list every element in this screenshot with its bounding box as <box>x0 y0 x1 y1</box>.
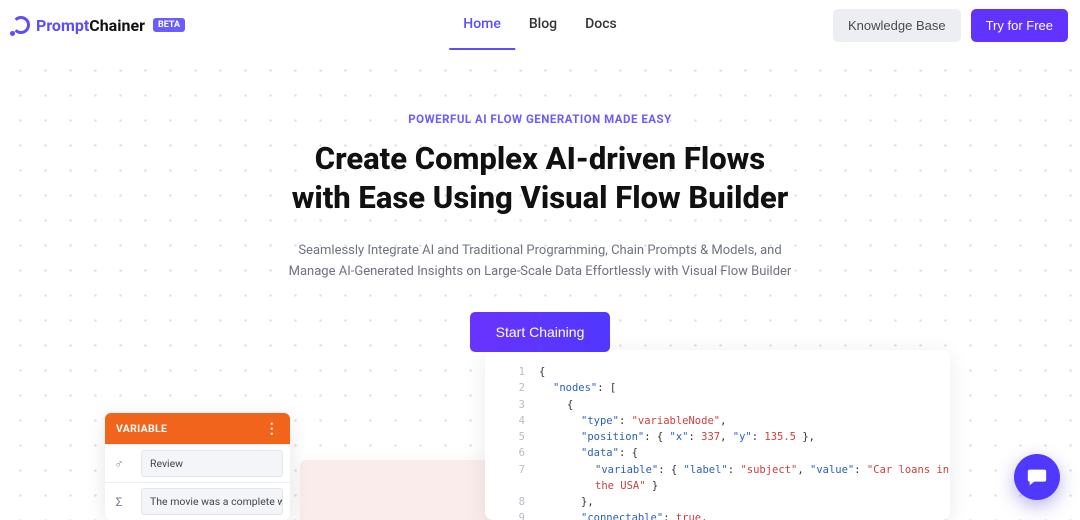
nav-links: Home Blog Docs <box>449 0 630 50</box>
nav-link-blog[interactable]: Blog <box>515 0 571 50</box>
logo-icon <box>12 16 30 34</box>
nav-link-home[interactable]: Home <box>449 0 515 50</box>
variable-label-input[interactable]: Review <box>141 450 283 477</box>
sigma-icon: Σ <box>105 487 133 517</box>
hero-headline: Create Complex AI-driven Flows with Ease… <box>0 140 1080 218</box>
brand-name-a: Prompt <box>36 16 89 35</box>
variable-value-input[interactable]: The movie was a complete wast <box>141 488 283 515</box>
knowledge-base-button[interactable]: Knowledge Base <box>833 9 961 42</box>
hero-eyebrow: POWERFUL AI FLOW GENERATION MADE EASY <box>0 112 1080 126</box>
variable-row: ♂ Review <box>105 444 290 482</box>
code-preview-panel: 1{ 2"nodes": [ 3{ 4"type": "variableNode… <box>485 350 950 520</box>
top-nav: PromptChainer BETA Home Blog Docs Knowle… <box>0 0 1080 50</box>
hero-subhead: Seamlessly Integrate AI and Traditional … <box>0 240 1080 283</box>
chat-icon <box>1026 466 1048 488</box>
brand-name-b: Chainer <box>89 16 145 35</box>
variable-node-panel[interactable]: VARIABLE ⋮ ♂ Review Σ The movie was a co… <box>105 413 290 520</box>
try-free-button[interactable]: Try for Free <box>971 9 1068 42</box>
label-icon: ♂ <box>105 449 133 479</box>
variable-row: Σ The movie was a complete wast <box>105 482 290 520</box>
start-chaining-button[interactable]: Start Chaining <box>470 312 611 352</box>
nav-link-docs[interactable]: Docs <box>571 0 631 50</box>
hero-section: POWERFUL AI FLOW GENERATION MADE EASY Cr… <box>0 50 1080 352</box>
brand-logo[interactable]: PromptChainer BETA <box>12 16 185 35</box>
chat-widget-button[interactable] <box>1014 454 1060 500</box>
beta-badge: BETA <box>153 18 185 32</box>
variable-panel-header: VARIABLE ⋮ <box>105 413 290 444</box>
